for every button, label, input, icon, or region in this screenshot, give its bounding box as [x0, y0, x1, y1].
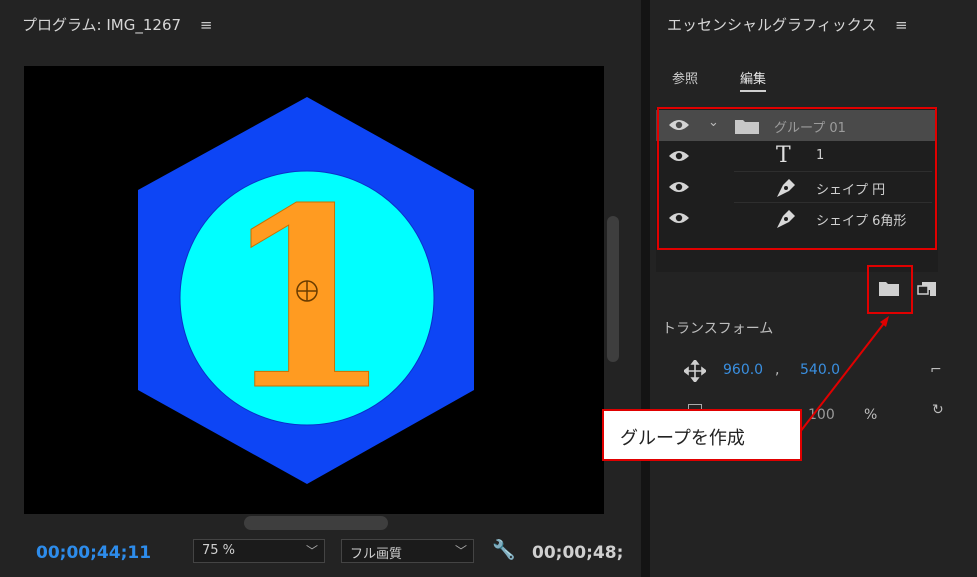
annotation-callout: グループを作成 [602, 409, 802, 461]
position-y-value[interactable]: 540.0 [800, 362, 840, 378]
vertical-scroll-thumb[interactable] [607, 216, 619, 362]
program-canvas[interactable]: 1 [24, 66, 604, 514]
new-layer-icon[interactable] [916, 278, 938, 298]
tab-browse[interactable]: 参照 [672, 68, 698, 87]
chevron-down-icon: ﹀ [454, 544, 467, 558]
essential-graphics-title-text: エッセンシャルグラフィックス [667, 16, 877, 34]
anchor-point-crosshair-icon [296, 280, 318, 302]
transform-section-label: トランスフォーム [662, 321, 774, 337]
current-timecode[interactable]: 00;00;44;11 [36, 543, 151, 563]
highlight-box-layers [657, 107, 937, 250]
playback-quality-dropdown[interactable]: フル画質 ﹀ [341, 539, 474, 563]
zoom-value: 75 % [202, 543, 236, 558]
callout-text: グループを作成 [620, 428, 745, 449]
panel-divider[interactable] [641, 0, 650, 577]
rotation-icon[interactable]: ↻ [932, 402, 944, 418]
essential-graphics-title: エッセンシャルグラフィックス ≡ [667, 14, 908, 35]
chevron-down-icon: ﹀ [305, 544, 318, 558]
position-x-value[interactable]: 960.0 [723, 362, 763, 378]
duration-timecode: 00;00;48; [532, 543, 624, 563]
hamburger-icon[interactable]: ≡ [895, 16, 908, 34]
hamburger-icon[interactable]: ≡ [200, 16, 213, 34]
program-title-text: プログラム: IMG_1267 [22, 16, 182, 34]
wrench-icon[interactable]: 🔧 [492, 538, 516, 561]
scale-unit: % [864, 407, 878, 423]
scale-value[interactable]: 100 [808, 407, 835, 423]
tab-edit[interactable]: 編集 [740, 68, 767, 92]
highlight-box-group-button [867, 265, 913, 314]
position-separator: , [775, 362, 780, 378]
zoom-level-dropdown[interactable]: 75 % ﹀ [193, 539, 325, 563]
horizontal-scroll-thumb[interactable] [244, 516, 388, 530]
program-panel-title: プログラム: IMG_1267 ≡ [22, 14, 212, 35]
anchor-point-icon[interactable]: ⌐ [930, 362, 942, 378]
graphic-preview: 1 [138, 97, 474, 484]
quality-value: フル画質 [350, 547, 403, 562]
move-arrows-icon [684, 360, 706, 382]
